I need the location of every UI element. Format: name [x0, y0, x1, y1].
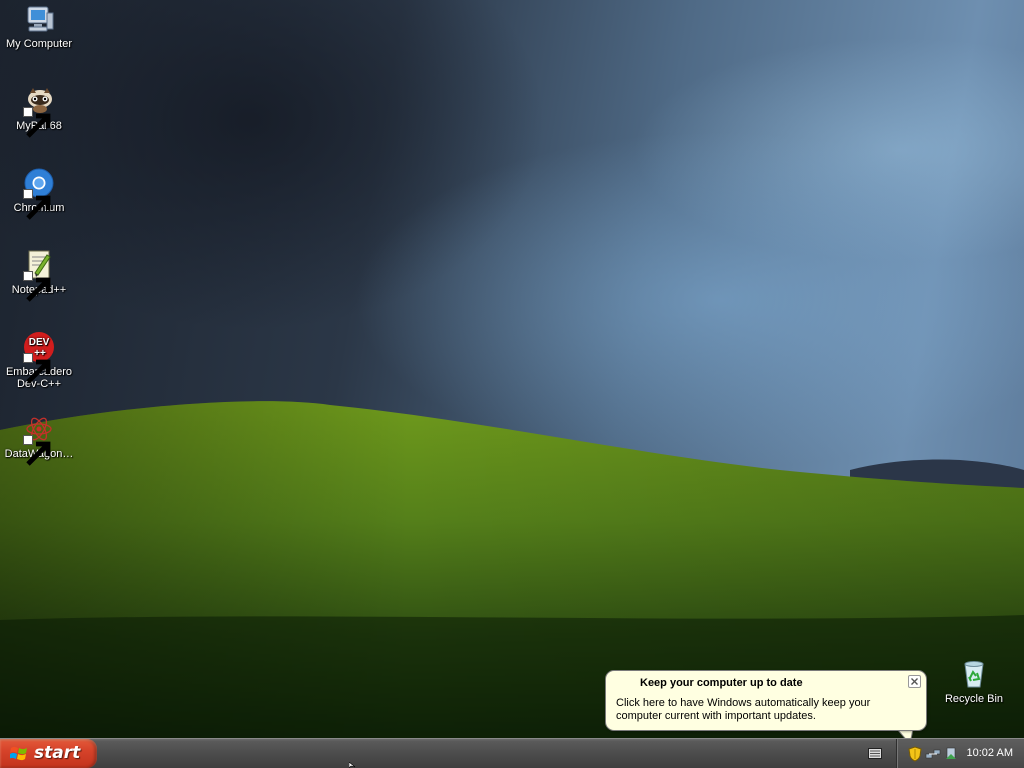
windows-logo-icon — [10, 746, 27, 761]
start-label: start — [34, 743, 81, 763]
chromium-icon — [23, 167, 55, 220]
update-notification-balloon[interactable]: Keep your computer up to date Click here… — [605, 670, 927, 731]
shortcut-arrow-icon — [23, 107, 51, 138]
desktop-icon-datawagon[interactable]: DataWagon… — [0, 413, 78, 466]
network-icon[interactable] — [925, 746, 941, 762]
mouse-cursor-icon — [349, 762, 356, 768]
desktop-icon-chromium[interactable]: Chromium — [0, 167, 78, 220]
shortcut-arrow-icon — [23, 353, 51, 384]
desktop-icon-label: My Computer — [5, 38, 73, 50]
shortcut-arrow-icon — [23, 435, 51, 466]
datawagon-icon — [23, 413, 55, 466]
balloon-title: Keep your computer up to date — [640, 677, 803, 689]
desktop-icon-mypal[interactable]: MyPal 68 — [0, 85, 78, 138]
desktop-icon-label: Recycle Bin — [944, 693, 1004, 705]
desktop-icon-devcpp[interactable]: DEV ++ Embarcadero Dev-C++ — [0, 331, 78, 390]
taskbar: start 10:02 AM — [0, 738, 1024, 768]
devcpp-badge-top: DEV — [29, 337, 50, 348]
desktop-icon-notepadpp[interactable]: Notepad++ — [0, 249, 78, 302]
desktop[interactable]: My Computer MyPal 68 Chromium Notepad++ … — [0, 0, 1024, 738]
recycle-bin-icon — [958, 658, 990, 690]
balloon-text[interactable]: Click here to have Windows automatically… — [616, 697, 916, 723]
shortcut-arrow-icon — [23, 271, 51, 302]
keyboard-icon[interactable] — [868, 748, 882, 759]
safely-remove-icon[interactable] — [943, 746, 959, 762]
my-computer-icon — [23, 3, 55, 35]
start-button[interactable]: start — [0, 739, 97, 768]
mypal-icon — [23, 85, 55, 138]
system-tray: 10:02 AM — [896, 739, 1024, 768]
desktop-icon-recycle-bin[interactable]: Recycle Bin — [935, 658, 1013, 705]
devcpp-icon: DEV ++ — [23, 331, 55, 384]
notepadpp-icon — [23, 249, 55, 302]
clock[interactable]: 10:02 AM — [967, 739, 1013, 768]
shortcut-arrow-icon — [23, 189, 51, 220]
close-icon[interactable] — [908, 675, 921, 688]
wallpaper-hill — [0, 401, 1024, 738]
security-shield-icon[interactable] — [907, 746, 923, 762]
desktop-icon-my-computer[interactable]: My Computer — [0, 3, 78, 50]
